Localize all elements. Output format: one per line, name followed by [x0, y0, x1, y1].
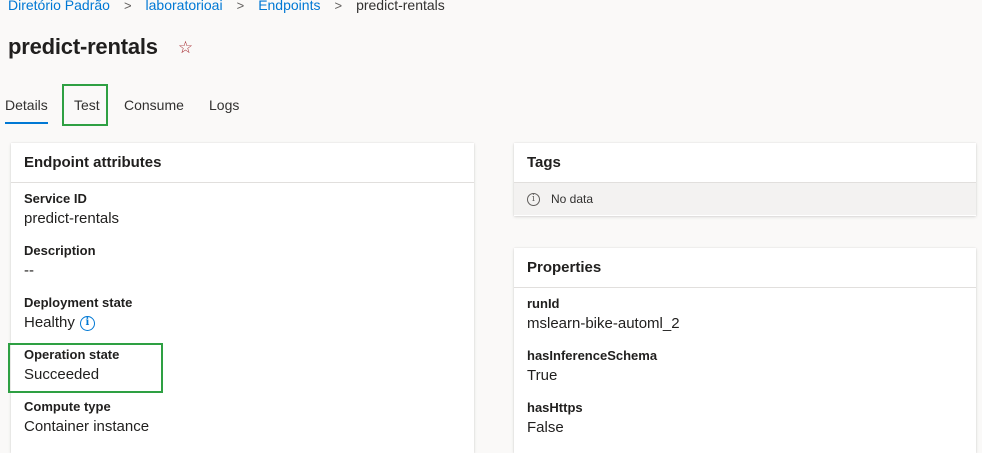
field-deployment-state: Deployment state Healthy i	[24, 294, 132, 333]
property-has-inference-schema: hasInferenceSchema True	[527, 347, 657, 386]
highlight-box-operation-state	[8, 343, 163, 393]
breadcrumb-item-directory[interactable]: Diretório Padrão	[8, 0, 110, 13]
run-id-value: mslearn-bike-automl_2	[527, 315, 680, 332]
card-title: Properties	[514, 248, 976, 288]
field-value: --	[24, 261, 96, 281]
card-title: Endpoint attributes	[11, 143, 474, 183]
compute-type-value: Container instance	[24, 418, 150, 435]
properties-card: Properties runId mslearn-bike-automl_2 h…	[514, 248, 976, 453]
chevron-right-icon: >	[236, 0, 245, 13]
tab-details[interactable]: Details	[5, 84, 48, 126]
empty-text: No data	[551, 192, 594, 206]
field-compute-type: Compute type Container instance	[24, 398, 149, 437]
info-icon: i	[527, 192, 540, 206]
field-value: Container instance	[24, 417, 149, 437]
tab-logs[interactable]: Logs	[209, 84, 239, 126]
tab-label: Consume	[124, 97, 184, 113]
field-value: False	[527, 418, 583, 438]
field-description: Description --	[24, 242, 96, 281]
tab-consume[interactable]: Consume	[124, 84, 184, 126]
breadcrumb-item-workspace[interactable]: laboratorioai	[146, 0, 223, 13]
info-icon[interactable]: i	[79, 315, 95, 331]
card-title: Tags	[514, 143, 976, 183]
field-service-id: Service ID predict-rentals	[24, 190, 119, 229]
has-https-value: False	[527, 419, 564, 436]
field-value: Healthy i	[24, 313, 132, 333]
field-label: hasHttps	[527, 400, 583, 415]
description-value: --	[24, 262, 34, 279]
property-run-id: runId mslearn-bike-automl_2	[527, 295, 680, 334]
tags-card: Tags i No data	[514, 143, 976, 216]
highlight-box-test-tab	[62, 84, 108, 126]
field-value: mslearn-bike-automl_2	[527, 314, 680, 334]
field-label: Compute type	[24, 399, 111, 414]
property-has-https: hasHttps False	[527, 399, 583, 438]
field-label: Deployment state	[24, 295, 133, 310]
service-id-value: predict-rentals	[24, 210, 120, 227]
breadcrumb: Diretório Padrão > laboratorioai > Endpo…	[8, 0, 445, 14]
page-title: predict-rentals	[8, 34, 158, 59]
endpoint-attributes-card: Endpoint attributes Service ID predict-r…	[11, 143, 474, 453]
title-row: predict-rentals ☆	[8, 34, 193, 60]
has-inference-schema-value: True	[527, 367, 558, 384]
chevron-right-icon: >	[123, 0, 132, 13]
chevron-right-icon: >	[334, 0, 343, 13]
tab-label: Details	[5, 97, 48, 113]
field-value: predict-rentals	[24, 209, 119, 229]
field-label: Service ID	[24, 191, 87, 206]
field-value: True	[527, 366, 657, 386]
deployment-state-value: Healthy	[24, 314, 75, 331]
empty-state: i No data	[514, 183, 976, 215]
field-label: Description	[24, 243, 96, 258]
field-label: hasInferenceSchema	[527, 348, 658, 363]
tab-label: Logs	[209, 97, 240, 113]
field-label: runId	[527, 296, 560, 311]
breadcrumb-current: predict-rentals	[356, 0, 445, 13]
star-icon[interactable]: ☆	[178, 39, 193, 56]
breadcrumb-item-endpoints[interactable]: Endpoints	[258, 0, 320, 13]
